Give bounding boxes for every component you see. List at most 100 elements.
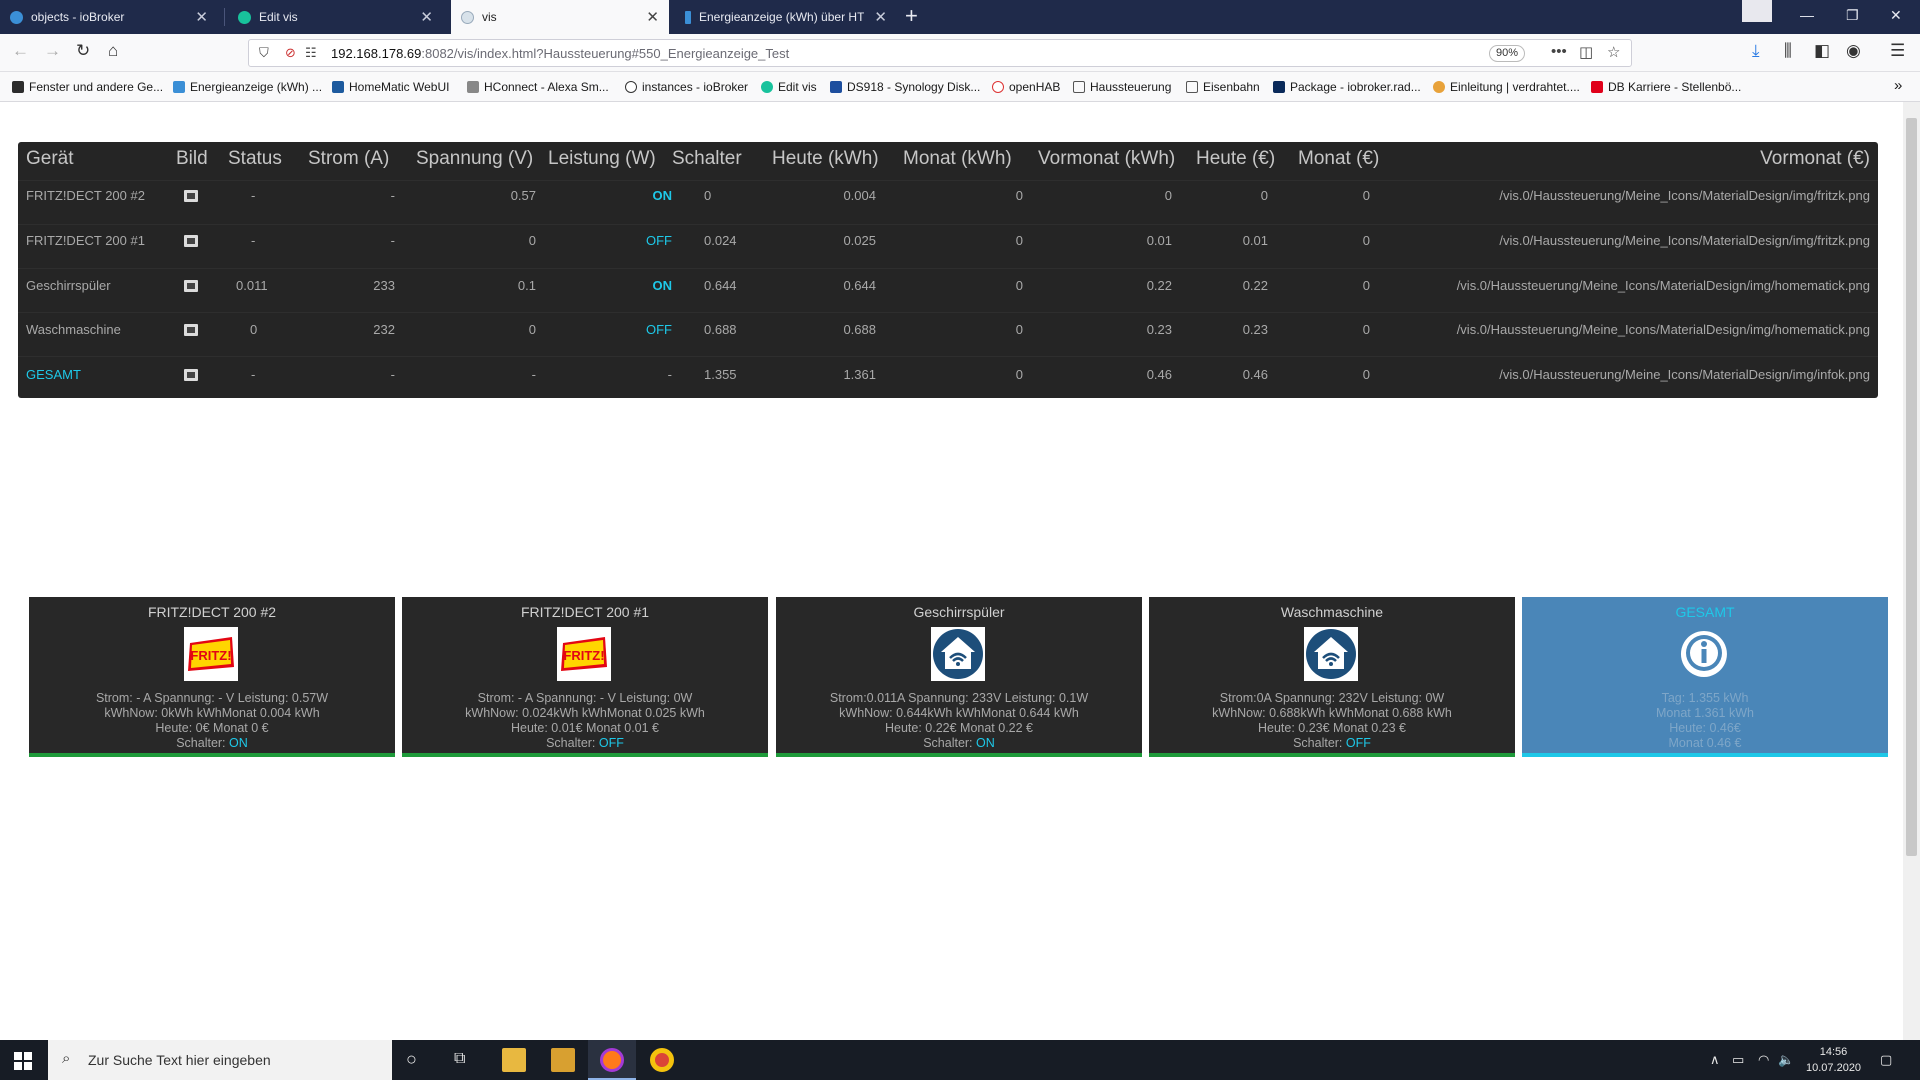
- smart-home-icon: [1304, 627, 1358, 681]
- chrome-icon[interactable]: [650, 1048, 674, 1072]
- battery-icon[interactable]: ▭: [1732, 1052, 1744, 1068]
- page-scrollbar[interactable]: [1903, 102, 1920, 1040]
- bookmark-item[interactable]: Fenster und andere Ge...: [12, 80, 163, 94]
- bookmark-folder[interactable]: Eisenbahn: [1186, 80, 1260, 94]
- pocket-icon[interactable]: ◫: [1579, 43, 1593, 61]
- card-title: FRITZ!DECT 200 #2: [147, 604, 277, 620]
- extension-icon[interactable]: [1742, 0, 1772, 22]
- fritz-logo-icon: FRITZ!: [557, 627, 611, 681]
- cell-leistung: OFF: [646, 322, 672, 337]
- tab-edit-vis[interactable]: Edit vis ✕: [228, 0, 443, 34]
- scrollbar-thumb[interactable]: [1906, 118, 1917, 856]
- tab-vis[interactable]: vis ✕: [451, 0, 669, 34]
- cell-spannung: 0.57: [510, 188, 536, 203]
- vis-icon: [461, 10, 474, 24]
- sidebar-icon[interactable]: ◧: [1814, 41, 1830, 61]
- cell-status: -: [251, 233, 256, 248]
- account-icon[interactable]: ◉: [1846, 41, 1861, 61]
- new-tab-button[interactable]: +: [905, 3, 918, 29]
- bookmarks-toolbar: Fenster und andere Ge... Energieanzeige …: [0, 72, 1920, 102]
- url-host: 192.168.178.69: [331, 46, 422, 61]
- permissions-icon[interactable]: ☷: [305, 45, 317, 61]
- minimize-button[interactable]: —: [1800, 7, 1814, 23]
- tab-energieanzeige[interactable]: Energieanzeige (kWh) über HTML... ✕: [675, 0, 897, 34]
- col-header: Schalter: [672, 148, 742, 169]
- device-card-fritzdect-1[interactable]: FRITZ!DECT 200 #1 FRITZ! Strom: - A Span…: [402, 597, 768, 757]
- cell-spannung: 0.1: [517, 278, 536, 293]
- tab-objects[interactable]: objects - ioBroker ✕: [0, 0, 218, 34]
- back-button[interactable]: ←: [12, 41, 29, 61]
- cell-heute-kwh: 0.025: [843, 233, 876, 248]
- total-card[interactable]: GESAMT Tag: 1.355 kWh Monat 1.361 kWh He…: [1522, 597, 1888, 757]
- close-icon[interactable]: ✕: [420, 8, 433, 26]
- cell-heute-eur: 0: [1260, 188, 1268, 203]
- firefox-taskbar-button[interactable]: [588, 1040, 636, 1080]
- iobroker-icon: [10, 10, 23, 24]
- bookmark-star-icon[interactable]: ☆: [1607, 43, 1620, 61]
- file-explorer-icon[interactable]: [502, 1048, 526, 1072]
- switch-state[interactable]: ON: [229, 736, 248, 750]
- cell-leistung: OFF: [646, 233, 672, 248]
- bookmark-folder[interactable]: Haussteuerung: [1073, 80, 1171, 94]
- volume-icon[interactable]: 🔈: [1778, 1052, 1794, 1068]
- maximize-button[interactable]: ❐: [1846, 7, 1859, 24]
- url-bar[interactable]: ⛉ ⊘ ☷ 192.168.178.69:8082/vis/index.html…: [248, 39, 1632, 67]
- close-icon[interactable]: ✕: [646, 8, 659, 26]
- reload-button[interactable]: ↻: [76, 41, 90, 61]
- windows-start-icon[interactable]: [14, 1052, 32, 1070]
- switch-state[interactable]: OFF: [1346, 736, 1371, 750]
- smart-home-icon: [931, 627, 985, 681]
- close-icon[interactable]: ✕: [874, 8, 887, 26]
- cell-leistung: ON: [652, 188, 673, 203]
- device-card-geschirrspueler[interactable]: Geschirrspüler Strom:0.011A Spannung: 23…: [776, 597, 1142, 757]
- network-icon[interactable]: ◠: [1758, 1052, 1769, 1068]
- bookmark-item[interactable]: Energieanzeige (kWh) ...: [173, 80, 322, 94]
- bookmark-item[interactable]: openHAB: [992, 80, 1060, 94]
- menu-icon[interactable]: ☰: [1890, 41, 1905, 61]
- downloads-icon[interactable]: ⤓: [1752, 41, 1760, 61]
- cell-vormonat-eur: /vis.0/Haussteuerung/Meine_Icons/Materia…: [1499, 188, 1870, 203]
- cell-leistung: ON: [652, 278, 673, 293]
- library-icon[interactable]: ⫼: [1784, 41, 1792, 61]
- cell-monat-eur: 0: [1362, 322, 1370, 337]
- switch-state[interactable]: OFF: [599, 736, 624, 750]
- home-button[interactable]: ⌂: [108, 41, 118, 61]
- cell-strom: -: [390, 188, 395, 203]
- device-card-waschmaschine[interactable]: Waschmaschine Strom:0A Spannung: 232V Le…: [1149, 597, 1515, 757]
- zoom-level[interactable]: 90%: [1489, 45, 1526, 62]
- card-info: Tag: 1.355 kWh Monat 1.361 kWh Heute: 0.…: [1656, 691, 1754, 750]
- store-icon[interactable]: [551, 1048, 575, 1072]
- tab-title: Edit vis: [259, 10, 298, 24]
- window-close-button[interactable]: ✕: [1890, 7, 1902, 24]
- more-actions-icon[interactable]: •••: [1551, 43, 1567, 60]
- notifications-icon[interactable]: ▢: [1880, 1052, 1892, 1068]
- forward-button[interactable]: →: [44, 41, 61, 61]
- cell-strom: 232: [373, 322, 395, 337]
- cell-strom: -: [390, 367, 395, 382]
- bookmark-item[interactable]: HConnect - Alexa Sm...: [467, 80, 609, 94]
- shield-icon[interactable]: ⛉: [259, 45, 269, 61]
- taskbar-search[interactable]: ⌕ Zur Suche Text hier eingeben: [48, 1040, 392, 1080]
- insecure-lock-icon[interactable]: ⊘: [285, 45, 296, 61]
- switch-state[interactable]: ON: [976, 736, 995, 750]
- bookmark-item[interactable]: HomeMatic WebUI: [332, 80, 449, 94]
- more-bookmarks-icon[interactable]: »: [1894, 77, 1902, 94]
- col-header: Status: [228, 148, 282, 169]
- show-hidden-icons[interactable]: ∧: [1710, 1052, 1720, 1068]
- bookmark-item[interactable]: Package - iobroker.rad...: [1273, 80, 1421, 94]
- bookmark-item[interactable]: DB Karriere - Stellenbö...: [1591, 80, 1741, 94]
- url-text[interactable]: 192.168.178.69:8082/vis/index.html?Hauss…: [331, 46, 789, 61]
- bookmark-item[interactable]: DS918 - Synology Disk...: [830, 80, 980, 94]
- cell-geraet: FRITZ!DECT 200 #2: [26, 188, 145, 203]
- close-icon[interactable]: ✕: [195, 8, 208, 26]
- bookmark-item[interactable]: instances - ioBroker: [625, 80, 748, 94]
- bookmark-item[interactable]: Edit vis: [761, 80, 817, 94]
- cell-monat-eur: 0: [1362, 278, 1370, 293]
- bookmark-item[interactable]: Einleitung | verdrahtet....: [1433, 80, 1580, 94]
- task-view-icon[interactable]: ⧉: [454, 1050, 465, 1068]
- image-icon: [184, 280, 198, 292]
- clock[interactable]: 14:56 10.07.2020: [1806, 1044, 1861, 1076]
- cell-monat-kwh: 0: [1015, 322, 1023, 337]
- cortana-icon[interactable]: ○: [406, 1049, 417, 1070]
- device-card-fritzdect-2[interactable]: FRITZ!DECT 200 #2 FRITZ! Strom: - A Span…: [29, 597, 395, 757]
